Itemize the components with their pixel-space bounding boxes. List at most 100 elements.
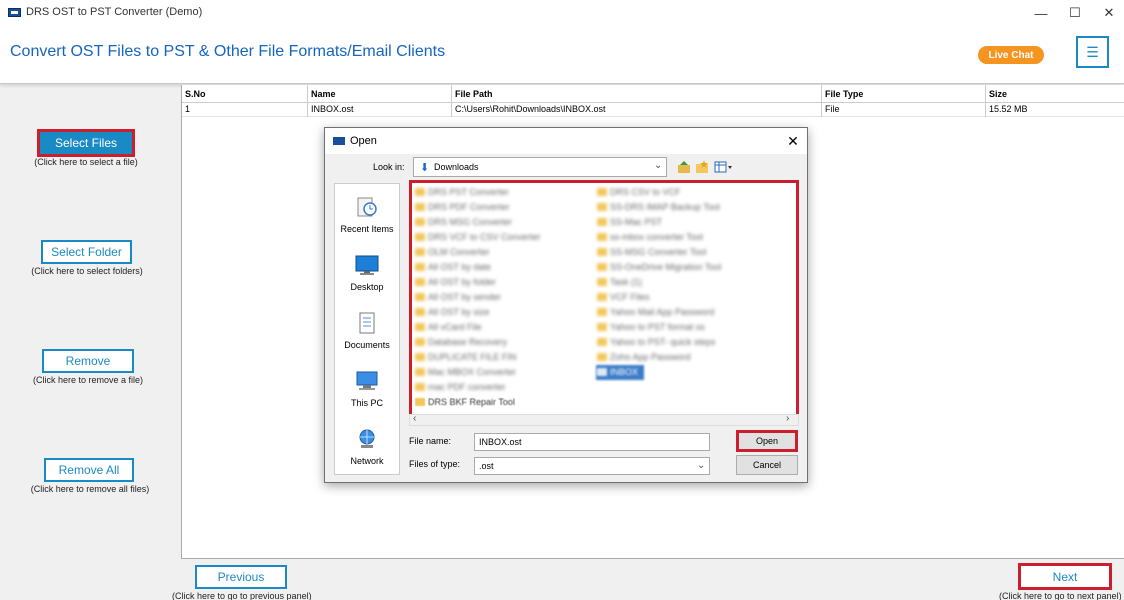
- list-item[interactable]: DUPLICATE FILE FIN: [414, 350, 541, 365]
- table-row[interactable]: 1 INBOX.ost C:\Users\Rohit\Downloads\INB…: [182, 103, 1124, 117]
- place-this-pc[interactable]: This PC: [335, 364, 399, 420]
- list-item[interactable]: All OST by folder: [414, 275, 541, 290]
- select-folder-hint: (Click here to select folders): [31, 266, 143, 276]
- folder-icon: [597, 188, 607, 196]
- cell-name: INBOX.ost: [308, 103, 452, 117]
- list-item[interactable]: mac PDF converter: [414, 380, 541, 395]
- minimize-icon[interactable]: —: [1024, 2, 1058, 24]
- folder-icon: [415, 293, 425, 301]
- hamburger-menu-icon[interactable]: ☰: [1076, 36, 1109, 68]
- folder-icon: [415, 218, 425, 226]
- place-network[interactable]: Network: [335, 422, 399, 478]
- previous-hint: (Click here to go to previous panel): [172, 591, 312, 600]
- list-item[interactable]: DRS PDF Converter: [414, 200, 541, 215]
- list-item[interactable]: Yahoo Mail App Password: [596, 305, 721, 320]
- file-name-label: File name:: [409, 436, 452, 446]
- list-item[interactable]: All vCard File: [414, 320, 541, 335]
- place-desktop[interactable]: Desktop: [335, 248, 399, 304]
- folder-icon: [415, 188, 425, 196]
- list-item[interactable]: All OST by size: [414, 305, 541, 320]
- dialog-close-icon[interactable]: ✕: [783, 131, 803, 151]
- previous-button[interactable]: Previous: [195, 565, 287, 589]
- list-item[interactable]: Zoho App Password: [596, 350, 721, 365]
- place-recent-items[interactable]: Recent Items: [335, 190, 399, 246]
- scroll-left-icon[interactable]: ‹: [413, 413, 416, 424]
- column-header-sno[interactable]: S.No: [182, 85, 308, 103]
- list-item[interactable]: Database Recovery: [414, 335, 541, 350]
- up-folder-icon[interactable]: [676, 159, 692, 175]
- select-files-hint: (Click here to select a file): [34, 157, 138, 167]
- cell-file-type: File: [822, 103, 986, 117]
- folder-icon: [597, 308, 607, 316]
- place-documents[interactable]: Documents: [335, 306, 399, 362]
- file-list[interactable]: DRS PST Converter DRS PDF Converter DRS …: [409, 180, 799, 426]
- list-item[interactable]: Mac MBOX Converter: [414, 365, 541, 380]
- live-chat-button[interactable]: Live Chat: [978, 46, 1044, 64]
- list-item[interactable]: SS-MSG Converter Tool: [596, 245, 721, 260]
- list-item[interactable]: SS-Mac PST: [596, 215, 721, 230]
- file-name-input[interactable]: INBOX.ost: [474, 433, 710, 451]
- list-item[interactable]: All OST by sender: [414, 290, 541, 305]
- place-label: Documents: [344, 340, 390, 350]
- select-files-button[interactable]: Select Files: [37, 129, 135, 157]
- column-header-file-type[interactable]: File Type: [822, 85, 986, 103]
- folder-icon: [415, 353, 425, 361]
- maximize-icon[interactable]: ☐: [1058, 2, 1092, 24]
- cancel-button[interactable]: Cancel: [736, 455, 798, 475]
- folder-icon: [415, 278, 425, 286]
- chevron-down-icon: ⌄: [697, 460, 706, 471]
- list-item[interactable]: SS-DRS IMAP Backup Tool: [596, 200, 721, 215]
- place-label: This PC: [350, 398, 383, 408]
- next-button[interactable]: Next: [1018, 563, 1112, 590]
- list-item[interactable]: Task (1): [596, 275, 721, 290]
- column-header-file-path[interactable]: File Path: [452, 85, 822, 103]
- folder-icon: [597, 263, 607, 271]
- open-button[interactable]: Open: [736, 430, 798, 452]
- list-item[interactable]: Yahoo to PST format ss: [596, 320, 721, 335]
- list-item[interactable]: DRS BKF Repair Tool: [414, 395, 541, 410]
- folder-icon: [597, 293, 607, 301]
- folder-icon: [415, 263, 425, 271]
- list-item[interactable]: OLM Converter: [414, 245, 541, 260]
- documents-icon: [355, 312, 379, 334]
- view-menu-icon[interactable]: [713, 159, 733, 175]
- list-item[interactable]: VCF Files: [596, 290, 721, 305]
- list-item[interactable]: DRS CSV to VCF: [596, 185, 721, 200]
- file-type-dropdown[interactable]: .ost ⌄: [474, 457, 710, 475]
- list-item[interactable]: Yahoo to PST- quick steps: [596, 335, 721, 350]
- select-folder-button[interactable]: Select Folder: [41, 240, 132, 264]
- folder-icon: [597, 323, 607, 331]
- file-column-right: DRS CSV to VCF SS-DRS IMAP Backup Tool S…: [596, 185, 721, 380]
- this-pc-icon: [355, 370, 379, 392]
- horizontal-scrollbar[interactable]: ‹ ›: [409, 413, 799, 426]
- close-icon[interactable]: ✕: [1092, 2, 1124, 24]
- dialog-app-icon: [333, 137, 345, 145]
- scroll-right-icon[interactable]: ›: [786, 413, 789, 424]
- remove-hint: (Click here to remove a file): [32, 375, 144, 385]
- folder-icon: [415, 383, 425, 391]
- look-in-dropdown[interactable]: ⬇ Downloads ⌄: [413, 157, 667, 177]
- desktop-icon: [355, 254, 379, 276]
- list-item[interactable]: SS-OneDrive Migration Tool: [596, 260, 721, 275]
- remove-button[interactable]: Remove: [42, 349, 134, 373]
- list-item-selected[interactable]: INBOX: [596, 365, 644, 380]
- network-icon: [355, 428, 379, 450]
- recent-items-icon: [355, 196, 379, 218]
- list-item[interactable]: ss-mbox converter Tool: [596, 230, 721, 245]
- list-item[interactable]: DRS MSG Converter: [414, 215, 541, 230]
- folder-icon: [597, 353, 607, 361]
- look-in-value: Downloads: [434, 162, 479, 172]
- remove-all-button[interactable]: Remove All: [44, 458, 134, 482]
- list-item[interactable]: DRS VCF to CSV Converter: [414, 230, 541, 245]
- place-label: Network: [350, 456, 384, 466]
- column-header-name[interactable]: Name: [308, 85, 452, 103]
- column-header-size[interactable]: Size: [986, 85, 1124, 103]
- folder-icon: [415, 323, 425, 331]
- list-item[interactable]: All OST by date: [414, 260, 541, 275]
- place-label: Recent Items: [340, 224, 394, 234]
- list-item[interactable]: DRS PST Converter: [414, 185, 541, 200]
- new-folder-icon[interactable]: [694, 159, 710, 175]
- folder-icon: [597, 203, 607, 211]
- table-header: S.No Name File Path File Type Size: [182, 85, 1124, 103]
- app-header: Convert OST Files to PST & Other File Fo…: [0, 26, 1124, 84]
